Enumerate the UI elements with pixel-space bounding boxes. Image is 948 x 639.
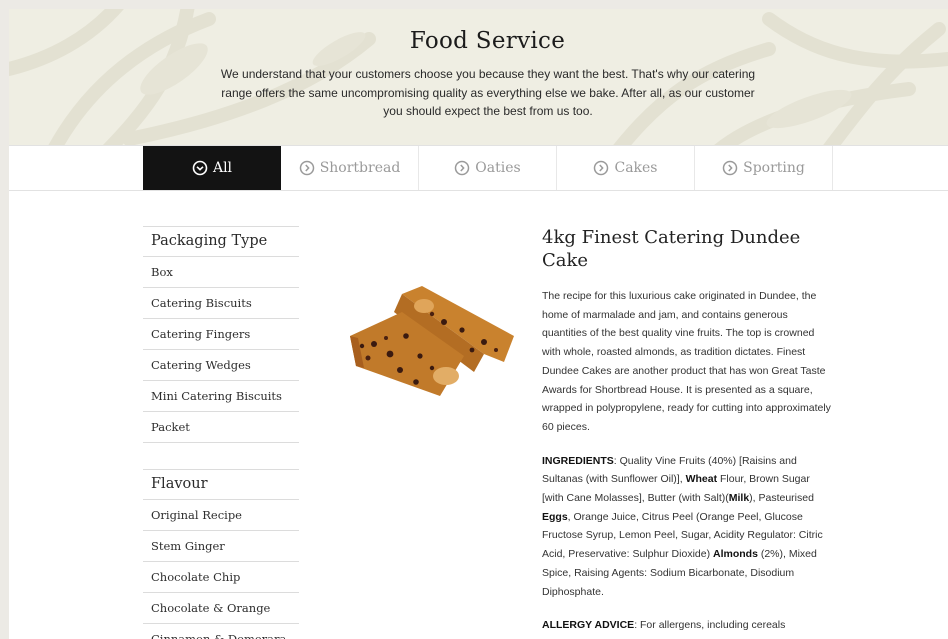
ingredients-text: ), Pasteurised	[749, 492, 814, 505]
tab-all[interactable]: All	[143, 146, 281, 190]
allergy-advice: ALLERGY ADVICE: For allergens, including…	[542, 616, 832, 635]
tab-label: Oaties	[475, 160, 521, 176]
tab-shortbread[interactable]: Shortbread	[281, 146, 419, 190]
filter-option-chocolate-chip[interactable]: Chocolate Chip	[143, 562, 299, 593]
product-description: The recipe for this luxurious cake origi…	[542, 290, 831, 433]
filter-option-catering-fingers[interactable]: Catering Fingers	[143, 319, 299, 350]
allergy-advice-label: ALLERGY ADVICE	[542, 619, 635, 632]
chevron-right-circle-icon	[455, 160, 470, 176]
allergy-advice-text: : For allergens, including cereals	[634, 619, 786, 632]
tab-label: Cakes	[614, 160, 658, 176]
ingredients-label: INGREDIENTS	[542, 454, 614, 467]
filter-option-box[interactable]: Box	[143, 257, 299, 288]
chevron-right-circle-icon	[722, 160, 738, 176]
tab-oaties[interactable]: Oaties	[419, 146, 557, 190]
product-title: 4kg Finest Catering Dundee Cake	[542, 227, 801, 271]
filter-option-stem-ginger[interactable]: Stem Ginger	[143, 531, 299, 562]
filter-option-mini-catering-biscuits[interactable]: Mini Catering Biscuits	[143, 381, 299, 412]
filter-option-original-recipe[interactable]: Original Recipe	[143, 500, 299, 531]
hero-banner: Food Service We understand that your cus…	[9, 9, 948, 145]
allergen-wheat: Wheat	[685, 473, 718, 486]
filter-option-cinnamon-demerara[interactable]: Cinnamon & Demerara	[143, 624, 299, 639]
chevron-right-circle-icon	[594, 160, 609, 176]
tab-cakes[interactable]: Cakes	[557, 146, 695, 190]
chevron-down-circle-icon	[192, 160, 208, 176]
chevron-right-circle-icon	[299, 160, 314, 176]
filter-option-catering-wedges[interactable]: Catering Wedges	[143, 350, 299, 381]
category-tabs: All Shortbread Oaties Cakes Sporting	[9, 145, 948, 191]
page-title: Food Service	[409, 28, 566, 54]
intro-text: We understand that your customers choose…	[220, 67, 756, 118]
filter-option-packet[interactable]: Packet	[143, 412, 299, 443]
filter-heading: Packaging Type	[143, 226, 299, 257]
filter-heading: Flavour	[143, 469, 299, 500]
ingredients: INGREDIENTS: Quality Vine Fruits (40%) […	[542, 452, 832, 602]
product-image	[350, 286, 514, 396]
filter-option-catering-biscuits[interactable]: Catering Biscuits	[143, 288, 299, 319]
tab-label: All	[212, 160, 233, 176]
allergen-almonds: Almonds	[713, 548, 758, 561]
tab-label: Shortbread	[319, 160, 401, 176]
product-description-block: The recipe for this luxurious cake origi…	[542, 287, 832, 639]
allergen-milk: Milk	[728, 492, 750, 505]
filter-option-chocolate-orange[interactable]: Chocolate & Orange	[143, 593, 299, 624]
allergen-eggs: Eggs	[542, 510, 568, 523]
packaging-type-filter: Packaging Type Box Catering Biscuits Cat…	[143, 226, 299, 443]
page: Food Service We understand that your cus…	[9, 9, 948, 639]
tab-sporting[interactable]: Sporting	[695, 146, 833, 190]
tab-label: Sporting	[743, 160, 805, 176]
flavour-filter: Flavour Original Recipe Stem Ginger Choc…	[143, 469, 299, 639]
